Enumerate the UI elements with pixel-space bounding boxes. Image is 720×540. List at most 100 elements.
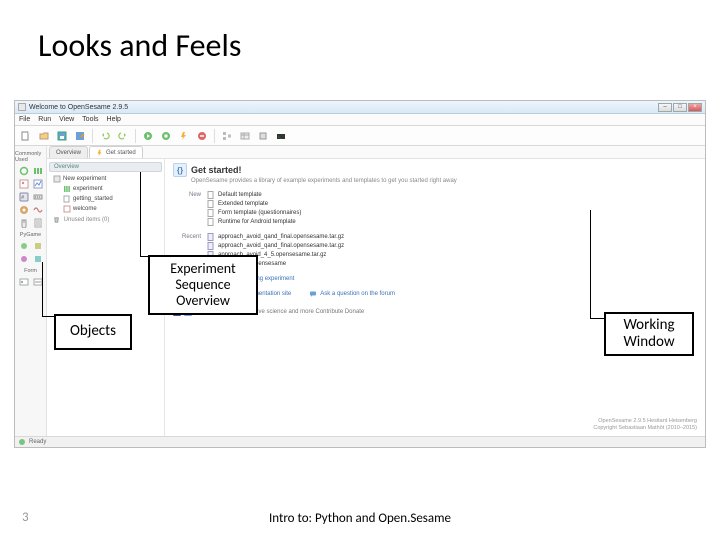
separator-icon (135, 129, 136, 143)
tab-overview[interactable]: Overview (49, 146, 88, 158)
pygame-item-icon[interactable] (18, 240, 30, 252)
maximize-button[interactable]: □ (673, 103, 687, 112)
mouse-icon[interactable] (18, 217, 30, 229)
separator-icon (214, 129, 215, 143)
quick-run-icon[interactable] (176, 128, 192, 144)
connector-line (42, 316, 54, 317)
window-controls: – □ × (658, 103, 702, 112)
menu-tools[interactable]: Tools (82, 116, 98, 123)
svg-text:#: # (21, 195, 24, 201)
save-as-icon[interactable] (72, 128, 88, 144)
form-item-icon[interactable] (18, 276, 30, 288)
sequence-icon[interactable] (32, 165, 44, 177)
open-icon[interactable] (36, 128, 52, 144)
pool-icon[interactable] (255, 128, 271, 144)
new-icon[interactable] (18, 128, 34, 144)
svg-text:>_: >_ (278, 135, 282, 139)
tree-icon[interactable] (219, 128, 235, 144)
app-icon (18, 103, 26, 111)
overview-header: Overview (49, 162, 162, 172)
unused-items[interactable]: Unused items (0) (49, 215, 162, 224)
notepad-icon (63, 195, 71, 203)
connector-line (590, 318, 604, 319)
menu-run[interactable]: Run (38, 116, 51, 123)
section-new-label: New (173, 191, 207, 226)
tree-label: New experiment (63, 176, 106, 182)
experiment-icon (53, 175, 61, 183)
app-copyright-label: Copyright Sebastiaan Mathôt (2010–2015) (593, 425, 697, 432)
sequence-icon (63, 185, 71, 193)
get-started-icon: {} (173, 163, 187, 177)
window-title: Welcome to OpenSesame 2.9.5 (29, 104, 128, 111)
recent-item[interactable]: approach_avoid_qand_final.opensesame.tar… (207, 242, 699, 250)
connector-line (140, 172, 141, 256)
slide-footer: Intro to: Python and Open.Sesame (0, 511, 720, 526)
logger-icon[interactable] (32, 217, 44, 229)
connector-line (590, 210, 591, 318)
status-ready-icon (19, 439, 25, 445)
menubar: File Run View Tools Help (15, 114, 705, 126)
recent-item[interactable]: approach_avoid_qand_final.opensesame.tar… (207, 233, 699, 241)
keyboard-icon[interactable] (32, 191, 44, 203)
loop-icon[interactable] (18, 165, 30, 177)
annotation-objects: Objects (54, 314, 132, 350)
open-existing-link[interactable]: Open an existing experiment (207, 275, 699, 283)
annotation-sequence: Experiment Sequence Overview (148, 255, 258, 315)
run-icon[interactable] (140, 128, 156, 144)
item-label: approach_avoid_qand_final.opensesame.tar… (218, 243, 344, 249)
undo-icon[interactable] (97, 128, 113, 144)
synth-icon[interactable] (32, 204, 44, 216)
debug-icon[interactable]: >_ (273, 128, 289, 144)
recent-item[interactable]: rtc_ed_pre1.opensesame (207, 260, 699, 268)
template-default[interactable]: Default template (207, 191, 699, 199)
link-label: Ask a question on the forum (320, 291, 395, 297)
stop-icon[interactable] (194, 128, 210, 144)
tree-item-experiment[interactable]: experiment (49, 184, 162, 194)
app-window: Welcome to OpenSesame 2.9.5 – □ × File R… (14, 100, 706, 448)
menu-help[interactable]: Help (107, 116, 121, 123)
unused-label: Unused items (0) (64, 217, 110, 223)
template-android[interactable]: Runtime for Android template (207, 218, 699, 226)
tab-get-started[interactable]: Get started (89, 146, 143, 158)
status-text: Ready (29, 439, 46, 445)
tree-item-welcome[interactable]: welcome (49, 204, 162, 214)
close-button[interactable]: × (688, 103, 702, 112)
inline-script-icon[interactable]: # (18, 191, 30, 203)
app-version-label: OpenSesame 2.9.5 Hesitant Heisenberg (593, 418, 697, 425)
minimize-button[interactable]: – (658, 103, 672, 112)
slide-title: Looks and Feels (38, 26, 241, 65)
app-footer: OpenSesame 2.9.5 Hesitant Heisenberg Cop… (593, 418, 697, 432)
help-forum-link[interactable]: Ask a question on the forum (309, 290, 395, 298)
variable-icon[interactable] (237, 128, 253, 144)
recent-item[interactable]: approach_avoid_4_5.opensesame.tar.gz (207, 251, 699, 259)
tab-get-started-label: Get started (106, 150, 136, 156)
palette-section-form: Form (24, 268, 37, 274)
save-icon[interactable] (54, 128, 70, 144)
separator-icon (92, 129, 93, 143)
item-label: approach_avoid_qand_final.opensesame.tar… (218, 234, 344, 240)
toolbar: >_ (15, 126, 705, 146)
item-label: Default template (218, 192, 262, 198)
get-started-subtitle: OpenSesame provides a library of example… (191, 178, 699, 184)
pygame-item-icon[interactable] (18, 253, 30, 265)
menu-file[interactable]: File (19, 116, 30, 123)
template-form[interactable]: Form template (questionnaires) (207, 209, 699, 217)
item-label: Form template (questionnaires) (218, 210, 301, 216)
status-bar: Ready (15, 436, 705, 447)
tab-strip: Overview Get started (47, 146, 705, 159)
menu-view[interactable]: View (59, 116, 74, 123)
annotation-working-window: Working Window (604, 312, 694, 356)
connector-line (140, 256, 148, 257)
tree-item-new-experiment[interactable]: New experiment (49, 174, 162, 184)
tree-label: getting_started (73, 196, 113, 202)
feedback-icon[interactable] (32, 178, 44, 190)
tree-item-getting-started[interactable]: getting_started (49, 194, 162, 204)
sampler-icon[interactable] (18, 204, 30, 216)
pygame-item-icon[interactable] (32, 240, 44, 252)
run-window-icon[interactable] (158, 128, 174, 144)
item-label: Runtime for Android template (218, 219, 296, 225)
redo-icon[interactable] (115, 128, 131, 144)
sketchpad-icon[interactable] (18, 178, 30, 190)
template-extended[interactable]: Extended template (207, 200, 699, 208)
item-label: Extended template (218, 201, 268, 207)
